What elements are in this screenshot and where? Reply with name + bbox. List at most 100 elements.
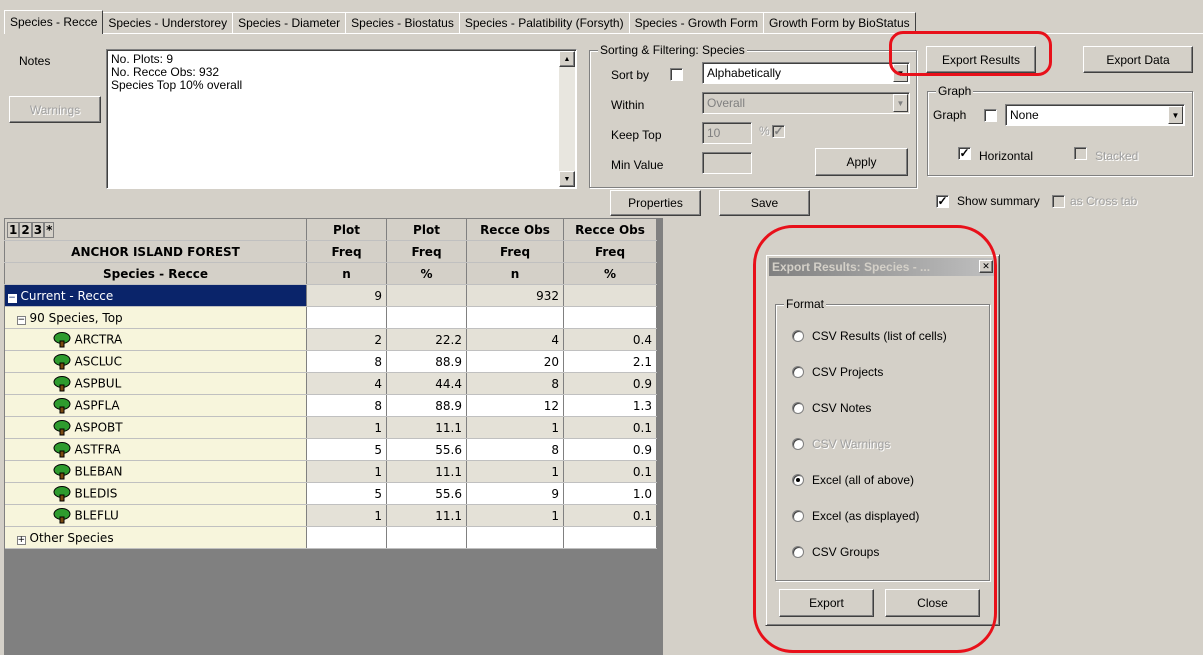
scroll-up-icon[interactable]: ▲ <box>559 51 575 67</box>
table-cell: 88.9 <box>386 350 467 373</box>
table-cell <box>306 526 387 549</box>
graph-select[interactable]: None ▼ <box>1005 104 1185 126</box>
graph-group-title: Graph <box>936 84 974 98</box>
chevron-down-icon[interactable]: ▼ <box>893 94 908 112</box>
species-row[interactable]: BLEDIS 5 55.6 9 1.0 <box>4 482 657 505</box>
show-summary-checkbox[interactable]: ✓ <box>936 195 949 208</box>
column-header[interactable]: Plot <box>306 218 387 241</box>
group-label-cell[interactable]: −90 Species, Top <box>4 306 307 329</box>
column-header[interactable]: Recce Obs <box>466 218 564 241</box>
tab-growth-form-by-biostatus[interactable]: Growth Form by BioStatus <box>762 12 916 34</box>
scroll-down-icon[interactable]: ▼ <box>559 171 575 187</box>
species-row[interactable]: ASPOBT 1 11.1 1 0.1 <box>4 416 657 439</box>
notes-scrollbar[interactable]: ▲ ▼ <box>559 51 575 187</box>
level-2[interactable]: 2 <box>19 221 32 238</box>
app-window: Species - Recce Species - Understorey Sp… <box>0 0 1203 655</box>
tree-icon <box>53 441 71 458</box>
sort-by-value: Alphabetically <box>707 66 782 80</box>
species-row[interactable]: ASTFRA 5 55.6 8 0.9 <box>4 438 657 461</box>
species-name-cell[interactable]: BLEDIS <box>4 482 307 505</box>
horizontal-checkbox[interactable]: ✓ <box>958 147 971 160</box>
chevron-down-icon[interactable]: ▼ <box>1168 106 1183 124</box>
table-cell: 11.1 <box>386 460 467 483</box>
header-row: Species - Recce n % n % <box>4 262 657 285</box>
header-row: ANCHOR ISLAND FOREST Freq Freq Freq Freq <box>4 240 657 263</box>
group-row[interactable]: −90 Species, Top <box>4 306 657 329</box>
species-name-cell[interactable]: ASCLUC <box>4 350 307 373</box>
other-species-row[interactable]: + Other Species <box>4 526 657 549</box>
properties-button[interactable]: Properties <box>610 190 701 216</box>
current-label-cell[interactable]: − Current - Recce <box>4 284 307 307</box>
table-cell: 9 <box>306 284 387 307</box>
table-cell <box>466 526 564 549</box>
tab-species-biostatus[interactable]: Species - Biostatus <box>345 12 460 34</box>
table-cell: 1 <box>466 460 564 483</box>
tab-species-recce[interactable]: Species - Recce <box>4 10 104 34</box>
species-row[interactable]: ASCLUC 8 88.9 20 2.1 <box>4 350 657 373</box>
table-cell: 932 <box>466 284 564 307</box>
tab-species-understorey[interactable]: Species - Understorey <box>102 12 234 34</box>
tree-icon <box>53 419 71 436</box>
species-name: ASTFRA <box>74 442 121 456</box>
stacked-checkbox[interactable] <box>1074 147 1087 160</box>
percent-checkbox[interactable]: ✓ <box>772 125 785 138</box>
species-name-cell[interactable]: ASTFRA <box>4 438 307 461</box>
current-row[interactable]: − Current - Recce 9 932 <box>4 284 657 307</box>
collapse-icon[interactable]: − <box>16 315 26 325</box>
table-cell <box>563 306 657 329</box>
notes-textarea[interactable]: No. Plots: 9 No. Recce Obs: 932 Species … <box>106 49 577 189</box>
table-cell: 12 <box>466 394 564 417</box>
expand-icon[interactable]: + <box>16 535 26 545</box>
sort-by-checkbox[interactable] <box>670 68 683 81</box>
table-cell: 1 <box>466 416 564 439</box>
species-name-cell[interactable]: ASPOBT <box>4 416 307 439</box>
species-name-cell[interactable]: ARCTRA <box>4 328 307 351</box>
level-1[interactable]: 1 <box>7 221 20 238</box>
species-name-cell[interactable]: ASPBUL <box>4 372 307 395</box>
table-cell: 44.4 <box>386 372 467 395</box>
column-header[interactable]: Plot <box>386 218 467 241</box>
table-cell: 8 <box>466 438 564 461</box>
min-value-input[interactable] <box>702 152 752 174</box>
save-button[interactable]: Save <box>719 190 810 216</box>
as-cross-tab-checkbox[interactable] <box>1052 195 1065 208</box>
species-row[interactable]: ASPBUL 4 44.4 8 0.9 <box>4 372 657 395</box>
other-species-cell[interactable]: + Other Species <box>4 526 307 549</box>
sort-by-select[interactable]: Alphabetically ▼ <box>702 62 910 84</box>
species-name: BLEBAN <box>74 464 123 478</box>
tree-icon <box>53 463 71 480</box>
level-all[interactable]: * <box>44 221 55 238</box>
keep-top-label: Keep Top <box>611 128 662 142</box>
table-cell: 55.6 <box>386 482 467 505</box>
percent-label: % <box>759 124 770 138</box>
species-header: Species - Recce <box>4 262 307 285</box>
species-name-cell[interactable]: BLEBAN <box>4 460 307 483</box>
species-row[interactable]: ARCTRA 2 22.2 4 0.4 <box>4 328 657 351</box>
keep-top-input[interactable]: 10 <box>702 122 752 144</box>
table-cell <box>563 526 657 549</box>
highlight-export-dialog <box>753 225 997 653</box>
table-cell: 1.0 <box>563 482 657 505</box>
tree-icon <box>53 353 71 370</box>
warnings-button[interactable]: Warnings <box>9 96 101 123</box>
notes-line: Species Top 10% overall <box>111 78 243 92</box>
tab-species-growth-form[interactable]: Species - Growth Form <box>628 12 764 34</box>
tab-species-diameter[interactable]: Species - Diameter <box>232 12 347 34</box>
export-data-button[interactable]: Export Data <box>1083 46 1193 73</box>
graph-checkbox[interactable] <box>984 109 997 122</box>
within-select[interactable]: Overall ▼ <box>702 92 910 114</box>
level-3[interactable]: 3 <box>31 221 45 238</box>
within-value: Overall <box>707 96 746 110</box>
species-row[interactable]: BLEBAN 1 11.1 1 0.1 <box>4 460 657 483</box>
species-name-cell[interactable]: ASPFLA <box>4 394 307 417</box>
apply-button[interactable]: Apply <box>815 148 908 176</box>
species-name-cell[interactable]: BLEFLU <box>4 504 307 527</box>
species-row[interactable]: ASPFLA 8 88.9 12 1.3 <box>4 394 657 417</box>
table-cell: 0.1 <box>563 460 657 483</box>
keep-top-value: 10 <box>707 126 721 140</box>
collapse-icon[interactable]: − <box>7 293 17 303</box>
column-header[interactable]: Recce Obs <box>563 218 657 241</box>
tab-species-palatibility[interactable]: Species - Palatibility (Forsyth) <box>458 12 630 34</box>
species-row[interactable]: BLEFLU 1 11.1 1 0.1 <box>4 504 657 527</box>
table-cell: 55.6 <box>386 438 467 461</box>
